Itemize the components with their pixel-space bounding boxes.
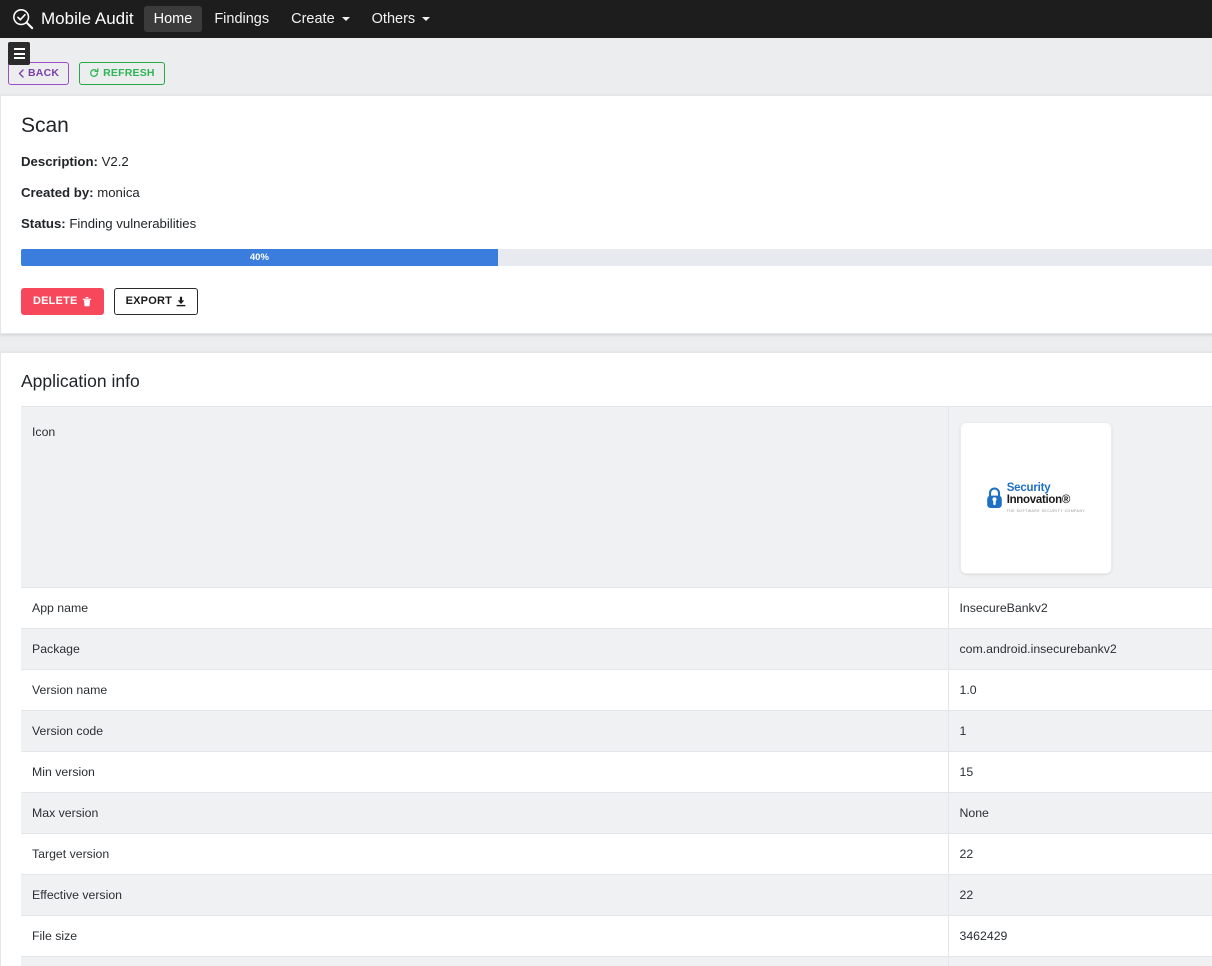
padlock-icon — [986, 487, 1003, 509]
magnifier-check-icon — [12, 8, 34, 30]
scan-description-label: Description: — [21, 153, 98, 169]
scan-description-value: V2.2 — [101, 153, 129, 169]
table-cell-label: Icon — [21, 405, 948, 588]
table-cell-value: 22 — [947, 873, 1212, 916]
delete-button[interactable]: DELETE — [21, 287, 104, 315]
brand-link[interactable]: Mobile Audit — [8, 8, 144, 30]
hamburger-icon-bar — [13, 52, 25, 55]
table-cell-label: Target version — [21, 832, 948, 875]
nav-item-home-label: Home — [153, 11, 193, 27]
table-cell-value: Security Innovation® THE SOFTWARE SECURITY… — [947, 405, 1212, 588]
scan-status-label: Status: — [21, 215, 66, 231]
table-cell-value: InsecureBankv2 — [947, 586, 1212, 629]
table-cell-label: Package — [21, 627, 948, 670]
nav-item-create-label: Create — [291, 11, 335, 27]
export-button[interactable]: EXPORT — [113, 287, 199, 315]
nav-item-home[interactable]: Home — [143, 6, 203, 32]
table-row: Max version None — [21, 791, 1212, 834]
refresh-button-label: REFRESH — [103, 67, 155, 79]
scan-created-by-row: Created by: monica — [21, 185, 1205, 200]
hamburger-icon-bar — [13, 57, 25, 59]
nav-item-findings-label: Findings — [214, 11, 270, 27]
table-row: App name InsecureBankv2 — [21, 586, 1212, 629]
app-icon-line1: Security — [1006, 481, 1051, 494]
table-cell-value: 3462429 — [947, 914, 1212, 957]
app-icon-line2: Innovation® — [1006, 494, 1071, 507]
nav-item-create[interactable]: Create — [281, 6, 360, 32]
security-innovation-logo: Security Innovation® THE SOFTWARE SECURITY… — [986, 481, 1086, 513]
navbar-links: Home Findings Create Others — [143, 6, 441, 32]
scan-progress-label: 40% — [249, 251, 269, 263]
table-cell-value: 22 — [947, 832, 1212, 875]
app-icon: Security Innovation® THE SOFTWARE SECURITY… — [959, 421, 1112, 574]
table-row: md55ee4829065640f9c936ac861d1650ffc — [21, 955, 1212, 966]
table-cell-value: None — [947, 791, 1212, 834]
scan-actions: DELETE EXPORT — [21, 287, 1205, 315]
nav-item-others[interactable]: Others — [362, 6, 441, 32]
application-info-card: Application info Icon Security Innovation®… — [0, 351, 1212, 966]
scan-card: Scan Description: V2.2 Created by: monic… — [0, 94, 1212, 334]
table-cell-value: 15 — [947, 750, 1212, 793]
table-row: Icon Security Innovation® THE SOFTWARE SECU… — [21, 405, 1212, 588]
app-icon-tagline: THE SOFTWARE SECURITY COMPANY — [1006, 508, 1086, 513]
table-cell-label: Version name — [21, 668, 948, 711]
brand-label: Mobile Audit — [41, 9, 134, 28]
scan-status-row: Status: Finding vulnerabilities — [21, 216, 1205, 231]
table-cell-label: Min version — [21, 750, 948, 793]
table-row: File size 3462429 — [21, 914, 1212, 957]
table-cell-value: 1.0 — [947, 668, 1212, 711]
table-cell-label: Max version — [21, 791, 948, 834]
table-cell-label: App name — [21, 586, 948, 629]
table-row: Target version 22 — [21, 832, 1212, 875]
delete-button-label: DELETE — [33, 294, 78, 307]
table-cell-value: 5ee4829065640f9c936ac861d1650ffc — [947, 955, 1212, 966]
table-row: Package com.android.insecurebankv2 — [21, 627, 1212, 670]
refresh-button[interactable]: REFRESH — [79, 62, 165, 85]
table-cell-value: 1 — [947, 709, 1212, 752]
back-button[interactable]: BACK — [8, 62, 70, 85]
trash-icon — [82, 296, 92, 307]
download-icon — [176, 296, 186, 307]
chevron-left-icon — [18, 68, 24, 79]
refresh-icon — [89, 68, 99, 79]
scan-created-by-value: monica — [97, 184, 140, 200]
table-row: Version name 1.0 — [21, 668, 1212, 711]
scan-progress-fill: 40% — [21, 248, 498, 266]
table-cell-label: Effective version — [21, 873, 948, 916]
scan-created-by-label: Created by: — [21, 184, 94, 200]
scan-description-row: Description: V2.2 — [21, 154, 1205, 169]
application-info-title: Application info — [21, 370, 140, 391]
scan-progress-bar: 40% — [21, 248, 1212, 266]
sidebar-toggle-button[interactable] — [8, 42, 30, 65]
action-bar: BACK REFRESH — [0, 38, 1212, 91]
page-title: Scan — [21, 113, 69, 137]
table-row: Effective version 22 — [21, 873, 1212, 916]
chevron-down-icon — [341, 17, 350, 21]
application-info-table: Icon Security Innovation® THE SOFTWARE SECU… — [21, 405, 1212, 966]
back-button-label: BACK — [28, 67, 60, 79]
export-button-label: EXPORT — [125, 294, 173, 307]
nav-item-others-label: Others — [371, 11, 416, 27]
table-cell-label: Version code — [21, 709, 948, 752]
table-cell-label: File size — [21, 914, 948, 957]
nav-item-findings[interactable]: Findings — [204, 6, 279, 32]
scan-status-value: Finding vulnerabilities — [69, 215, 197, 231]
hamburger-icon-bar — [13, 48, 25, 50]
table-cell-value: com.android.insecurebankv2 — [947, 627, 1212, 670]
chevron-down-icon — [422, 17, 431, 21]
table-row: Min version 15 — [21, 750, 1212, 793]
table-row: Version code 1 — [21, 709, 1212, 752]
top-navbar: Mobile Audit Home Findings Create Others — [0, 0, 1212, 38]
table-cell-label: md5 — [21, 955, 948, 966]
